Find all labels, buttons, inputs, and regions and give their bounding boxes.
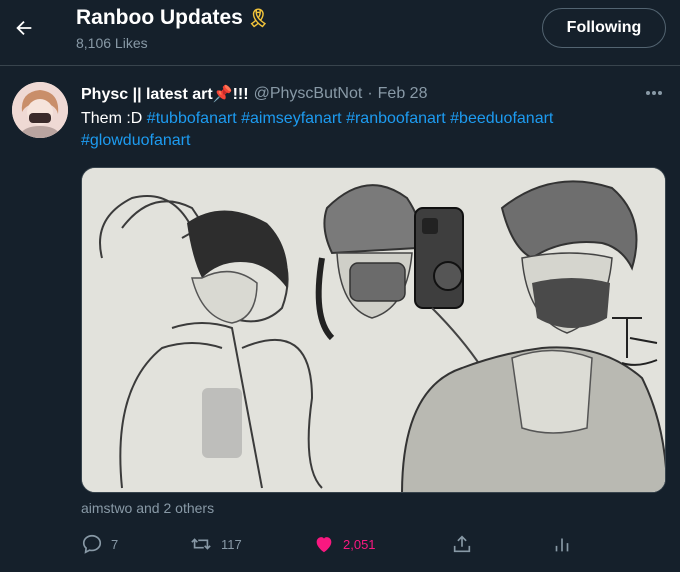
reply-button[interactable]: 7: [81, 530, 118, 558]
fanart-sketch-image: [82, 168, 665, 492]
avatar[interactable]: [12, 82, 68, 138]
tweet-media[interactable]: [81, 167, 666, 493]
tweet-text: Them :D #tubbofanart #aimseyfanart #ranb…: [81, 108, 661, 152]
tweet-text-prefix: Them :D: [81, 110, 147, 127]
heart-filled-icon: [316, 537, 332, 553]
page-title-text: Ranboo Updates: [76, 6, 243, 29]
likes-count: 8,106 Likes: [76, 35, 148, 51]
back-button[interactable]: [10, 14, 38, 42]
reply-icon: [82, 534, 102, 554]
author-name[interactable]: Physc || latest art📌!!!: [81, 84, 249, 104]
hashtag-glowduofanart[interactable]: #glowduofanart: [81, 132, 190, 149]
hashtag-beeduofanart[interactable]: #beeduofanart: [450, 110, 553, 127]
retweet-count: 117: [221, 536, 242, 552]
analytics-button[interactable]: [551, 530, 573, 558]
separator-dot: ·: [367, 85, 373, 102]
more-horizontal-icon: [646, 91, 662, 95]
arrow-left-icon: [16, 20, 32, 36]
avatar-image: [12, 82, 68, 138]
author-handle[interactable]: @PhyscButNot: [254, 85, 363, 103]
retweet-button[interactable]: 117: [189, 530, 242, 558]
like-count: 2,051: [343, 536, 376, 552]
tweet-date[interactable]: Feb 28: [378, 85, 428, 103]
following-button[interactable]: Following: [542, 8, 666, 48]
reply-count: 7: [111, 536, 119, 552]
hashtag-tubbofanart[interactable]: #tubbofanart: [147, 110, 237, 127]
liked-by-text[interactable]: aimstwo and 2 others: [81, 500, 214, 516]
more-options-button[interactable]: [644, 86, 664, 100]
share-icon: [453, 535, 471, 553]
hashtag-ranboofanart[interactable]: #ranboofanart: [346, 110, 446, 127]
tweet-author-line: Physc || latest art📌!!! @PhyscButNot · F…: [81, 84, 427, 104]
retweet-icon: [191, 538, 211, 550]
page-title: Ranboo Updates 🎗: [76, 6, 270, 30]
analytics-icon: [555, 538, 569, 552]
hashtag-aimseyfanart[interactable]: #aimseyfanart: [241, 110, 342, 127]
ribbon-emoji: 🎗: [246, 7, 270, 28]
profile-header: Ranboo Updates 🎗 8,106 Likes Following: [0, 0, 680, 66]
like-button[interactable]: 2,051: [313, 530, 376, 558]
share-button[interactable]: [451, 530, 473, 558]
tweet-actions: 7 117 2,051: [81, 530, 581, 558]
